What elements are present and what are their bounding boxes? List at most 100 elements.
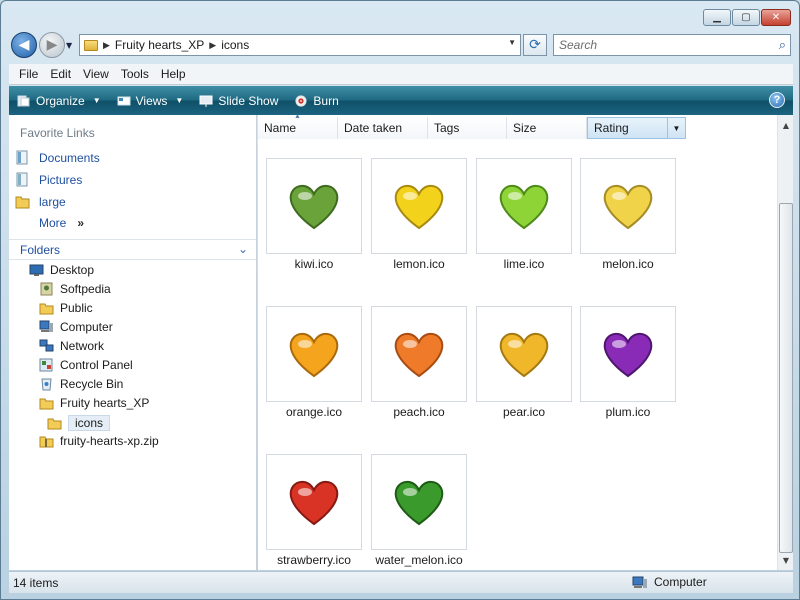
search-icon[interactable]: ⌕ <box>779 37 786 53</box>
file-name[interactable]: lemon.ico <box>359 257 479 271</box>
column-header: ▲ Name Date taken Tags Size Rating ▼ <box>258 113 686 139</box>
tree-item-computer[interactable]: Computer <box>39 320 113 334</box>
menu-file[interactable]: File <box>13 67 44 81</box>
tree-label: Recycle Bin <box>60 377 124 391</box>
tree-label: Computer <box>60 320 113 334</box>
menu-edit[interactable]: Edit <box>44 67 77 81</box>
file-list: ▲ Name Date taken Tags Size Rating ▼ kiw… <box>258 113 777 570</box>
file-name[interactable]: melon.ico <box>568 257 688 271</box>
column-date-taken[interactable]: Date taken <box>338 117 428 139</box>
minimize-button[interactable]: ▁ <box>703 9 731 26</box>
heart-icon <box>289 480 339 526</box>
sort-ascending-icon: ▲ <box>294 113 301 120</box>
menu-view[interactable]: View <box>77 67 115 81</box>
file-tile[interactable] <box>580 306 676 402</box>
folders-title: Folders <box>20 242 61 257</box>
tree-item-recycle-bin[interactable]: Recycle Bin <box>39 377 123 391</box>
network-icon <box>39 339 54 352</box>
scroll-up-icon[interactable]: ▲ <box>778 117 794 133</box>
address-dropdown-icon[interactable]: ▼ <box>508 38 516 47</box>
file-name[interactable]: orange.ico <box>254 405 374 419</box>
organize-button[interactable]: Organize ▼ <box>17 94 101 108</box>
tree-item-network[interactable]: Network <box>39 339 104 353</box>
refresh-button[interactable]: ⟳ <box>523 34 547 56</box>
file-name[interactable]: lime.ico <box>464 257 584 271</box>
tree-item-fruity-hearts[interactable]: Fruity hearts_XP <box>39 396 149 410</box>
favorite-links-title: Favorite Links <box>20 126 95 140</box>
chevron-down-icon[interactable]: ▼ <box>667 118 685 138</box>
file-tile[interactable] <box>266 454 362 550</box>
burn-label: Burn <box>313 93 339 108</box>
slideshow-button[interactable]: Slide Show <box>199 94 278 108</box>
tree-item-public[interactable]: Public <box>39 301 93 315</box>
chevron-down-icon[interactable]: ⌄ <box>238 242 248 256</box>
file-tile[interactable] <box>266 306 362 402</box>
file-name[interactable]: pear.ico <box>464 405 584 419</box>
file-name[interactable]: kiwi.ico <box>254 257 374 271</box>
file-tile[interactable] <box>371 158 467 254</box>
menu-tools[interactable]: Tools <box>115 67 155 81</box>
forward-button[interactable]: ▶ <box>39 32 65 58</box>
favorite-more[interactable]: More » <box>39 216 84 230</box>
column-size[interactable]: Size <box>507 117 587 139</box>
heart-icon <box>289 332 339 378</box>
tree-label: fruity-hearts-xp.zip <box>60 434 159 448</box>
favorite-label: Documents <box>39 150 100 165</box>
burn-button[interactable]: Burn <box>294 93 339 108</box>
location-label: Computer <box>654 575 707 589</box>
file-name[interactable]: water_melon.ico <box>359 553 479 567</box>
breadcrumb-separator-icon[interactable]: ▶ <box>103 40 110 51</box>
file-tile[interactable] <box>476 158 572 254</box>
folder-icon <box>84 39 98 51</box>
column-name[interactable]: ▲ Name <box>258 113 338 139</box>
close-button[interactable]: ✕ <box>761 9 791 26</box>
search-input[interactable]: Search ⌕ <box>553 34 791 56</box>
breadcrumb-icons[interactable]: icons <box>221 38 249 52</box>
views-button[interactable]: Views ▼ <box>117 94 183 108</box>
scrollbar-thumb[interactable] <box>779 203 793 553</box>
arrow-left-icon: ◀ <box>18 37 30 53</box>
breadcrumb-fruity-hearts[interactable]: Fruity hearts_XP <box>115 38 204 52</box>
maximize-button[interactable]: ▢ <box>732 9 760 26</box>
explorer-window: ▁ ▢ ✕ ◀ ▶ ▼ ▶ Fruity hearts_XP ▶ icons ▼… <box>0 0 800 600</box>
file-tile[interactable] <box>371 454 467 550</box>
favorite-large[interactable]: large <box>15 194 66 209</box>
help-button[interactable]: ? <box>769 92 785 108</box>
scroll-down-icon[interactable]: ▼ <box>778 552 794 568</box>
file-tile[interactable] <box>476 306 572 402</box>
tree-item-control-panel[interactable]: Control Panel <box>39 358 133 372</box>
vertical-scrollbar[interactable]: ▲ ▼ <box>777 115 793 570</box>
file-tile[interactable] <box>266 158 362 254</box>
file-name[interactable]: plum.ico <box>568 405 688 419</box>
organize-icon <box>17 95 30 106</box>
organize-label: Organize <box>36 93 85 108</box>
recent-pages-dropdown[interactable]: ▼ <box>66 41 72 50</box>
heart-icon <box>603 184 653 230</box>
tree-item-icons[interactable]: icons <box>47 415 111 431</box>
tree-item-zip[interactable]: fruity-hearts-xp.zip <box>39 434 159 448</box>
file-name[interactable]: peach.ico <box>359 405 479 419</box>
address-bar[interactable]: ▶ Fruity hearts_XP ▶ icons ▼ <box>79 34 521 56</box>
heart-icon <box>394 184 444 230</box>
heart-icon <box>603 332 653 378</box>
file-name[interactable]: strawberry.ico <box>254 553 374 567</box>
menu-help[interactable]: Help <box>155 67 192 81</box>
folder-icon <box>15 196 30 209</box>
tree-item-softpedia[interactable]: Softpedia <box>39 282 111 296</box>
heart-icon <box>289 184 339 230</box>
heart-icon <box>394 480 444 526</box>
breadcrumb-separator-icon[interactable]: ▶ <box>209 40 216 51</box>
favorite-documents[interactable]: Documents <box>15 150 100 165</box>
tree-label: Network <box>60 339 105 353</box>
column-rating[interactable]: Rating ▼ <box>587 117 686 139</box>
column-tags[interactable]: Tags <box>428 117 507 139</box>
slideshow-icon <box>199 95 213 107</box>
favorite-label: large <box>39 194 66 209</box>
folders-header[interactable]: Folders ⌄ <box>9 239 256 260</box>
file-tile[interactable] <box>580 158 676 254</box>
back-button[interactable]: ◀ <box>11 32 37 58</box>
favorite-pictures[interactable]: Pictures <box>15 172 82 187</box>
file-tile[interactable] <box>371 306 467 402</box>
tree-item-desktop[interactable]: Desktop <box>29 263 94 277</box>
column-label: Date taken <box>344 121 403 135</box>
